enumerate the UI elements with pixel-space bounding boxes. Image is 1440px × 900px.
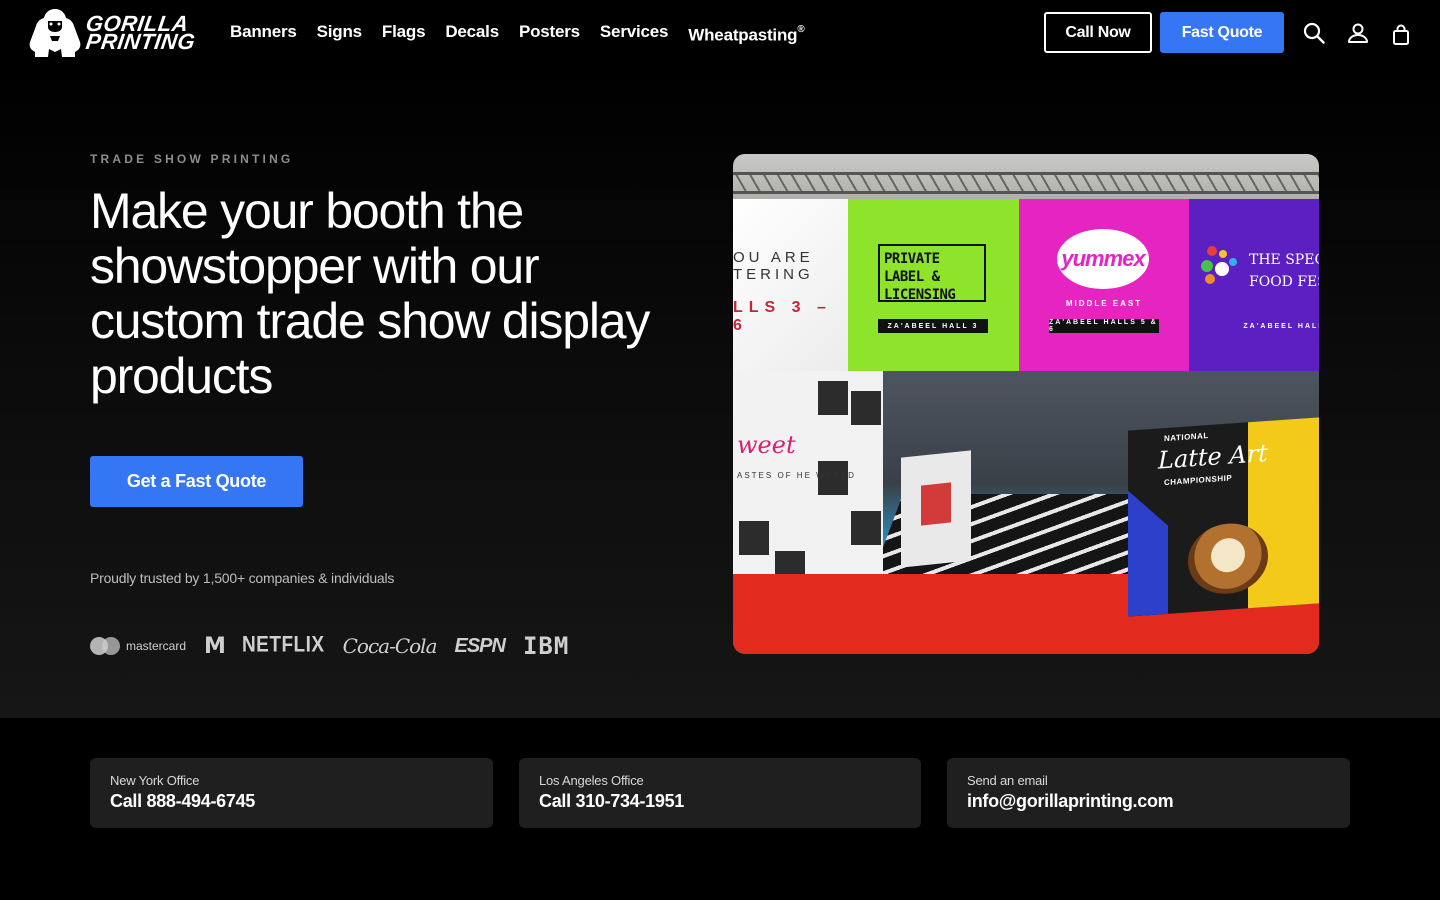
nav-signs[interactable]: Signs <box>317 21 362 47</box>
nav-decals[interactable]: Decals <box>445 21 499 47</box>
photo-truss <box>733 172 1319 194</box>
mastercard-logo: mastercard <box>90 637 186 655</box>
registered-mark: ® <box>797 24 805 35</box>
nav-banners[interactable]: Banners <box>230 21 297 47</box>
panel4-title1: THE SPECI <box>1249 252 1319 268</box>
nav-services[interactable]: Services <box>600 21 669 47</box>
contact-label: Los Angeles Office <box>539 773 644 788</box>
contact-value: Call 888-494-6745 <box>110 791 256 811</box>
contact-card-email[interactable]: Send an email info@gorillaprinting.com <box>947 758 1350 828</box>
photo-left-booth: weet ASTES OF HE WORLD <box>733 371 883 606</box>
nav-wheatpasting-label: Wheatpasting <box>688 25 798 45</box>
client-logos: mastercard M NETFLIX Coca-Cola ESPN IBM <box>90 632 569 660</box>
banner-panel-yummex: yummex MIDDLE EAST ZA'ABEEL HALLS 5 & 6 <box>1019 199 1189 371</box>
photo-center-booth <box>901 450 971 568</box>
panel1-halls: LLS 3 – 6 <box>733 299 832 334</box>
banner-panel-1: OU ARE TERING LLS 3 – 6 <box>733 199 848 371</box>
banner-panel-food-fest: THE SPECI FOOD FEST ZA'ABEEL HALL <box>1189 199 1319 371</box>
panel2-title: PRIVATE LABEL & LICENSING <box>878 244 986 303</box>
espn-logo: ESPN <box>454 634 506 657</box>
coca-cola-logo: Coca-Cola <box>342 634 438 658</box>
fast-quote-button[interactable]: Fast Quote <box>1160 12 1284 53</box>
mastercard-wordmark: mastercard <box>126 639 187 653</box>
logo-wordmark: GORILLA PRINTING <box>84 11 197 54</box>
trade-show-photo: OU ARE TERING LLS 3 – 6 PRIVATE LABEL & … <box>733 154 1319 654</box>
banner-panel-private-label: PRIVATE LABEL & LICENSING ZA'ABEEL HALL … <box>848 199 1019 371</box>
panel3-tag: ZA'ABEEL HALLS 5 & 6 <box>1049 319 1159 333</box>
panel4-tag: ZA'ABEEL HALL <box>1243 322 1319 330</box>
mtv-logo: M <box>204 633 226 659</box>
ibm-logo: IBM <box>522 632 570 660</box>
logo-line-2: PRINTING <box>84 29 197 54</box>
contact-card-los-angeles[interactable]: Los Angeles Office Call 310-734-1951 <box>519 758 921 828</box>
yummex-logo: yummex <box>1057 229 1149 289</box>
panel3-sub: MIDDLE EAST <box>1065 299 1143 308</box>
hero-eyebrow: TRADE SHOW PRINTING <box>90 152 294 166</box>
left-small-text: ASTES OF HE WORLD <box>737 471 856 480</box>
site-logo[interactable]: GORILLA PRINTING <box>28 7 198 59</box>
latte-top: NATIONAL <box>1164 431 1209 444</box>
hero-section: TRADE SHOW PRINTING Make your booth the … <box>0 66 1440 718</box>
call-now-button[interactable]: Call Now <box>1044 12 1152 53</box>
latte-sub: CHAMPIONSHIP <box>1164 473 1233 488</box>
search-icon[interactable] <box>1302 21 1326 45</box>
hero-headline: Make your booth the showstopper with our… <box>90 183 650 404</box>
photo-latte-booth: NATIONAL Latte Art CHAMPIONSHIP <box>1128 417 1319 617</box>
get-fast-quote-button[interactable]: Get a Fast Quote <box>90 456 303 507</box>
shopping-bag-icon[interactable] <box>1389 23 1413 47</box>
panel1-line1: OU ARE <box>733 249 814 266</box>
panel4-title2: FOOD FEST <box>1249 274 1319 290</box>
left-script-text: weet <box>737 431 796 459</box>
nav-wheatpasting[interactable]: Wheatpasting® <box>688 21 804 47</box>
contact-value: info@gorillaprinting.com <box>967 791 1174 811</box>
latte-title: Latte Art <box>1158 438 1268 475</box>
panel1-line2: TERING <box>733 266 814 283</box>
site-header: GORILLA PRINTING Banners Signs Flags Dec… <box>0 0 1440 66</box>
mastercard-circles-icon <box>90 637 120 655</box>
panel2-tag: ZA'ABEEL HALL 3 <box>878 319 988 333</box>
gorilla-logo-icon <box>29 9 81 57</box>
trusted-text: Proudly trusted by 1,500+ companies & in… <box>90 570 395 586</box>
account-icon[interactable] <box>1346 21 1370 45</box>
food-fest-dots-icon <box>1199 244 1247 292</box>
contact-card-new-york[interactable]: New York Office Call 888-494-6745 <box>90 758 493 828</box>
contact-label: New York Office <box>110 773 200 788</box>
netflix-logo: NETFLIX <box>241 633 325 658</box>
main-nav: Banners Signs Flags Decals Posters Servi… <box>230 21 805 47</box>
contact-label: Send an email <box>967 773 1048 788</box>
nav-posters[interactable]: Posters <box>519 21 580 47</box>
contact-value: Call 310-734-1951 <box>539 791 685 811</box>
nav-flags[interactable]: Flags <box>382 21 426 47</box>
